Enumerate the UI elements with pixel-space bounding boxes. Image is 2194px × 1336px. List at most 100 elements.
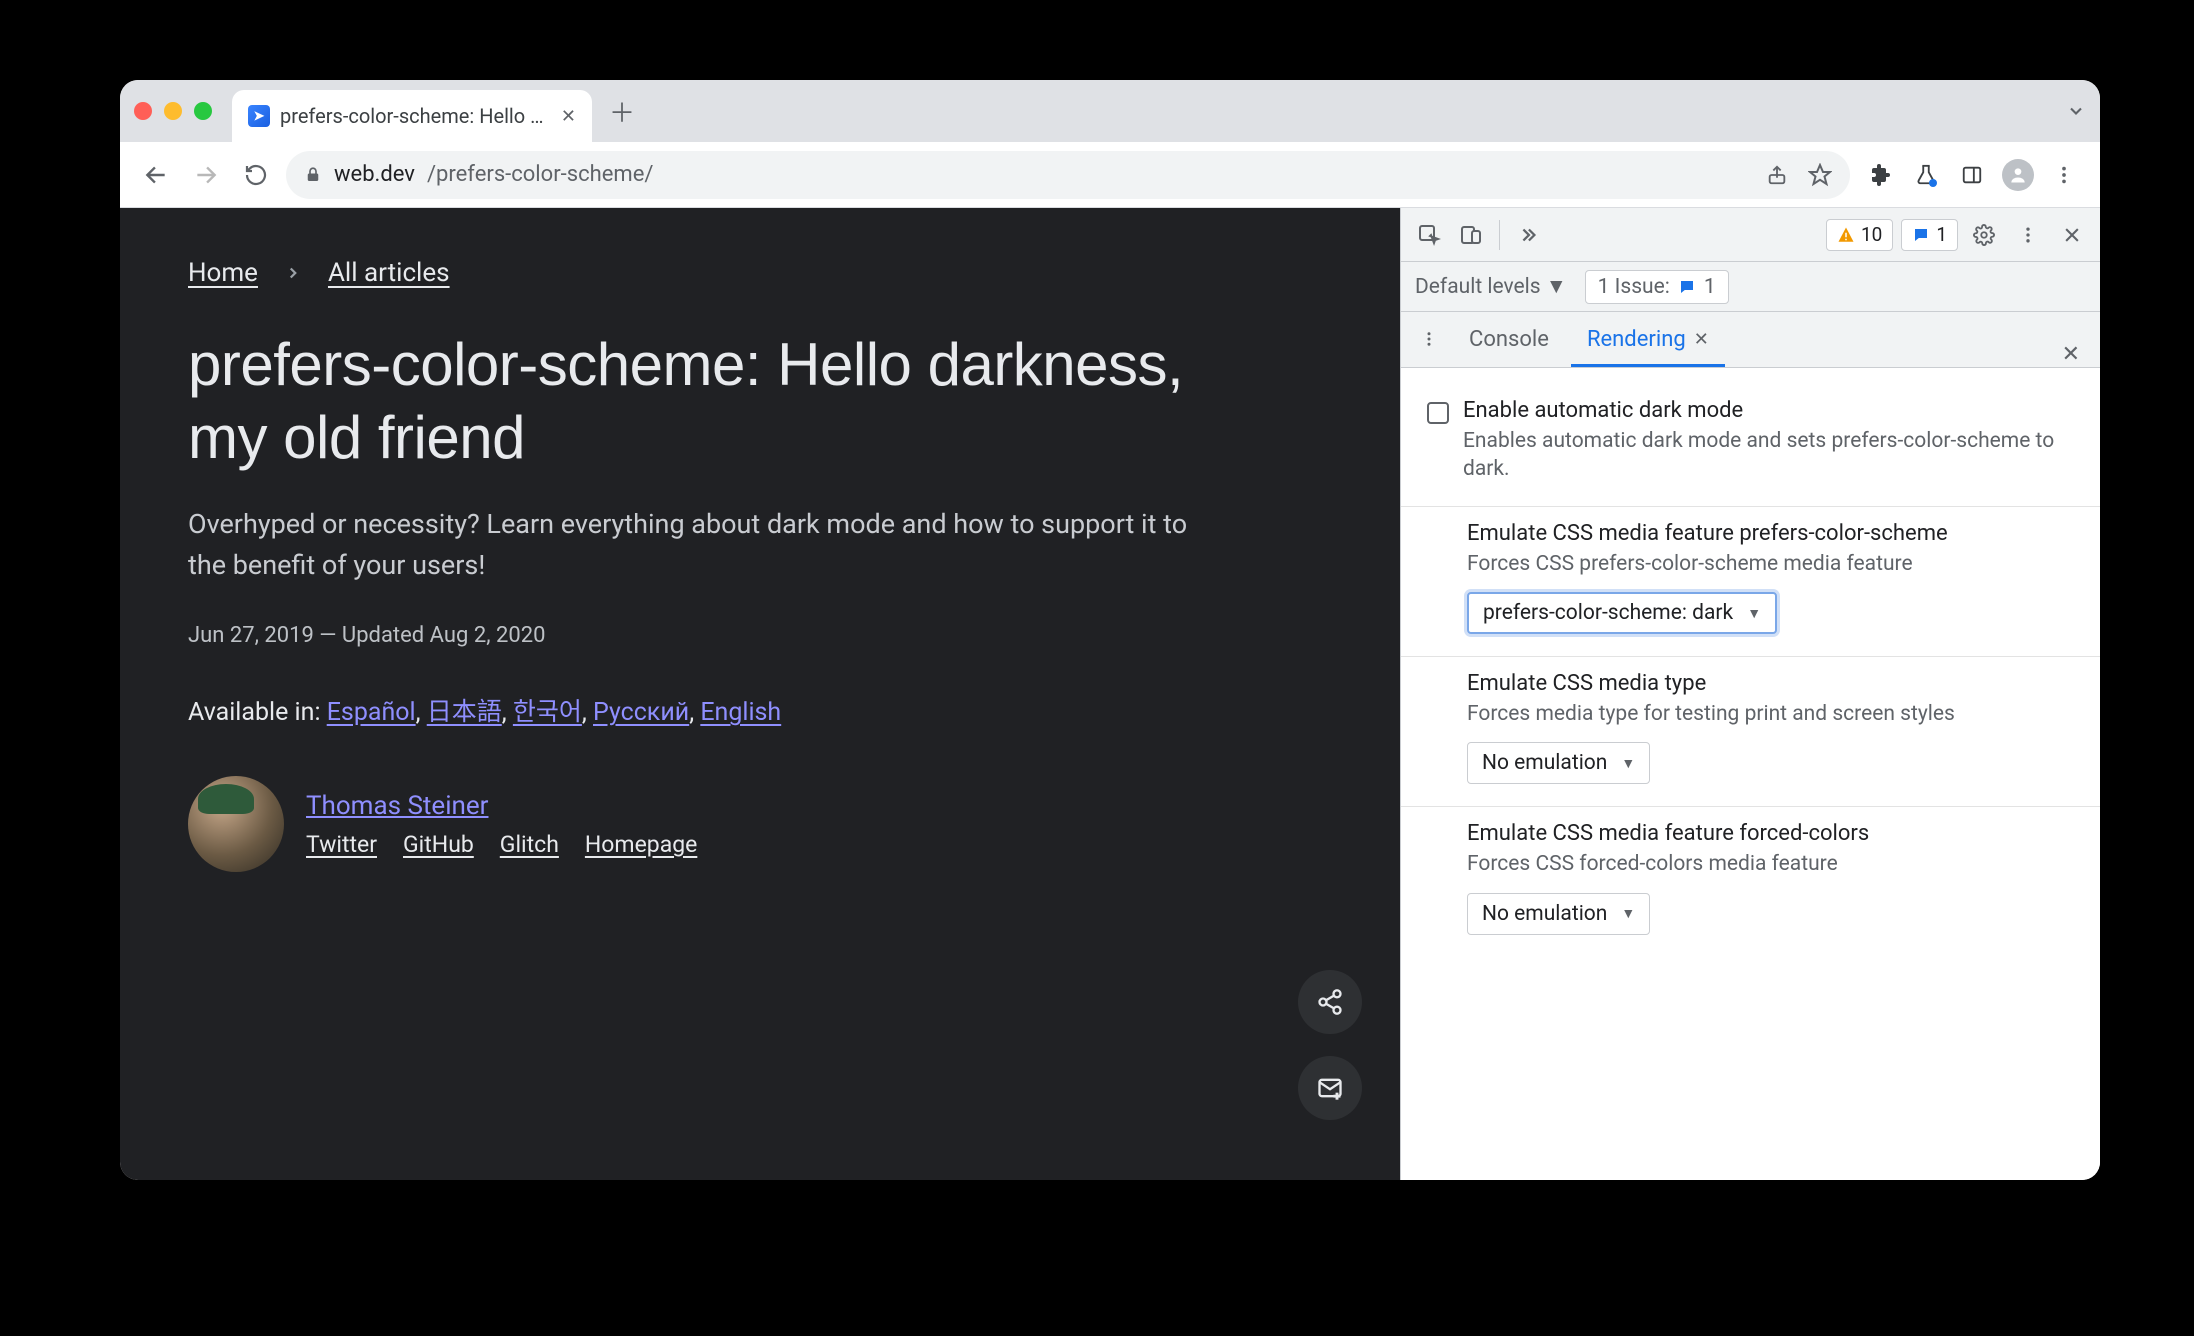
media-type-select[interactable]: No emulation ▼: [1467, 742, 1650, 784]
chevron-down-icon: ▼: [1621, 755, 1635, 772]
address-bar[interactable]: web.dev/prefers-color-scheme/: [286, 151, 1850, 199]
section-media-type: Emulate CSS media type Forces media type…: [1401, 657, 2100, 807]
labs-button[interactable]: [1906, 155, 1946, 195]
tab-overflow-button[interactable]: [2066, 101, 2086, 121]
close-tab-icon[interactable]: ✕: [561, 106, 576, 127]
issues-count: 1: [1704, 275, 1716, 299]
chevron-down-icon: ▼: [1621, 905, 1635, 922]
prefers-color-scheme-select[interactable]: prefers-color-scheme: dark ▼: [1467, 592, 1777, 634]
reload-button[interactable]: [236, 155, 276, 195]
page-dates: Jun 27, 2019 — Updated Aug 2, 2020: [188, 623, 1332, 648]
floating-actions: [1298, 970, 1362, 1120]
subscribe-button[interactable]: [1298, 1056, 1362, 1120]
forced-colors-select[interactable]: No emulation ▼: [1467, 893, 1650, 935]
forward-button[interactable]: [186, 155, 226, 195]
log-levels-dropdown[interactable]: Default levels ▼: [1415, 275, 1567, 299]
issues-pill[interactable]: 1 Issue: 1: [1585, 270, 1729, 304]
languages-label: Available in:: [188, 698, 327, 727]
url-host: web.dev: [334, 162, 415, 187]
section-auto-dark-mode: Enable automatic dark mode Enables autom…: [1401, 384, 2100, 507]
profile-button[interactable]: [1998, 155, 2038, 195]
browser-toolbar: web.dev/prefers-color-scheme/: [120, 142, 2100, 208]
devtools-settings-button[interactable]: [1966, 217, 2002, 253]
author-block: Thomas Steiner Twitter GitHub Glitch Hom…: [188, 776, 1332, 872]
select-value: prefers-color-scheme: dark: [1483, 601, 1733, 625]
breadcrumb-home[interactable]: Home: [188, 258, 258, 288]
messages-count: 1: [1936, 223, 1947, 246]
chevron-down-icon: ▼: [1747, 605, 1761, 622]
section-description: Enables automatic dark mode and sets pre…: [1463, 427, 2074, 484]
extensions-button[interactable]: [1860, 155, 1900, 195]
rendering-panel: Enable automatic dark mode Enables autom…: [1401, 368, 2100, 1180]
author-link-twitter[interactable]: Twitter: [306, 831, 377, 858]
messages-badge[interactable]: 1: [1901, 219, 1958, 251]
lang-link[interactable]: 日本語: [427, 698, 502, 727]
drawer-tabs: Console Rendering ✕ ✕: [1401, 312, 2100, 368]
devtools-toolbar: 10 1: [1401, 208, 2100, 262]
devtools-panel: 10 1: [1400, 208, 2100, 1180]
lock-icon: [304, 166, 322, 184]
new-tab-button[interactable]: ＋: [604, 93, 640, 129]
tab-rendering[interactable]: Rendering ✕: [1571, 313, 1725, 367]
section-prefers-color-scheme: Emulate CSS media feature prefers-color-…: [1401, 507, 2100, 657]
devtools-menu-button[interactable]: [2010, 217, 2046, 253]
author-link-github[interactable]: GitHub: [403, 831, 474, 858]
device-toggle-button[interactable]: [1453, 217, 1489, 253]
select-value: No emulation: [1482, 751, 1607, 775]
tab-console[interactable]: Console: [1453, 313, 1565, 367]
content-area: Home All articles prefers-color-scheme: …: [120, 208, 2100, 1180]
browser-tab[interactable]: ➤ prefers-color-scheme: Hello da ✕: [232, 90, 592, 142]
share-icon[interactable]: [1766, 164, 1788, 186]
window-controls: [134, 102, 212, 120]
breadcrumb-all-articles[interactable]: All articles: [328, 258, 450, 288]
lang-link[interactable]: Español: [327, 698, 416, 727]
author-links: Twitter GitHub Glitch Homepage: [306, 831, 697, 858]
warnings-count: 10: [1861, 223, 1882, 246]
tab-title: prefers-color-scheme: Hello da: [280, 104, 551, 128]
maximize-window-button[interactable]: [194, 102, 212, 120]
devtools-close-button[interactable]: [2054, 217, 2090, 253]
lang-link[interactable]: Русский: [593, 698, 689, 727]
section-description: Forces CSS prefers-color-scheme media fe…: [1467, 550, 2074, 578]
share-button[interactable]: [1298, 970, 1362, 1034]
console-filter-row: Default levels ▼ 1 Issue: 1: [1401, 262, 2100, 312]
page-title: prefers-color-scheme: Hello darkness, my…: [188, 328, 1188, 474]
chevron-right-icon: [284, 264, 302, 282]
url-path: /prefers-color-scheme/: [427, 162, 653, 187]
author-link-glitch[interactable]: Glitch: [500, 831, 559, 858]
lang-link[interactable]: 한국어: [513, 698, 582, 727]
lang-link[interactable]: English: [700, 698, 781, 727]
close-tab-icon[interactable]: ✕: [1694, 329, 1709, 350]
avatar-icon: [2002, 159, 2034, 191]
side-panel-button[interactable]: [1952, 155, 1992, 195]
author-name[interactable]: Thomas Steiner: [306, 791, 697, 821]
breadcrumb: Home All articles: [188, 258, 1332, 288]
warnings-badge[interactable]: 10: [1826, 219, 1893, 251]
message-icon: [1678, 278, 1696, 296]
article-page: Home All articles prefers-color-scheme: …: [120, 208, 1400, 1180]
section-description: Forces CSS forced-colors media feature: [1467, 850, 2074, 878]
auto-dark-mode-checkbox[interactable]: [1427, 402, 1449, 424]
message-icon: [1912, 226, 1930, 244]
drawer-close-button[interactable]: ✕: [2052, 342, 2090, 367]
inspect-element-button[interactable]: [1411, 217, 1447, 253]
section-title: Emulate CSS media feature forced-colors: [1467, 821, 2074, 846]
drawer-menu-button[interactable]: [1411, 311, 1447, 367]
section-title: Enable automatic dark mode: [1463, 398, 2074, 423]
minimize-window-button[interactable]: [164, 102, 182, 120]
author-link-homepage[interactable]: Homepage: [585, 831, 697, 858]
favicon-icon: ➤: [248, 105, 270, 127]
back-button[interactable]: [136, 155, 176, 195]
issues-label: 1 Issue:: [1598, 275, 1670, 299]
bookmark-star-icon[interactable]: [1808, 163, 1832, 187]
page-subtitle: Overhyped or necessity? Learn everything…: [188, 504, 1208, 585]
section-description: Forces media type for testing print and …: [1467, 700, 2074, 728]
select-value: No emulation: [1482, 902, 1607, 926]
more-tabs-button[interactable]: [1510, 217, 1546, 253]
menu-button[interactable]: [2044, 155, 2084, 195]
section-title: Emulate CSS media feature prefers-color-…: [1467, 521, 2074, 546]
browser-window: ➤ prefers-color-scheme: Hello da ✕ ＋ web…: [120, 80, 2100, 1180]
tab-strip: ➤ prefers-color-scheme: Hello da ✕ ＋: [120, 80, 2100, 142]
section-title: Emulate CSS media type: [1467, 671, 2074, 696]
close-window-button[interactable]: [134, 102, 152, 120]
